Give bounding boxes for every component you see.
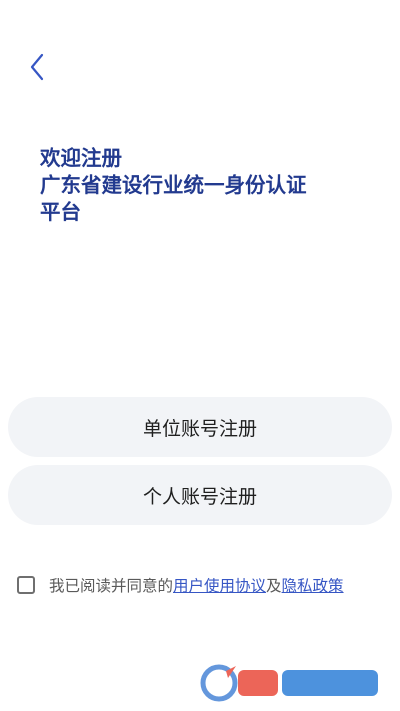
- title-line-platform-name: 广东省建设行业统一身份认证: [40, 173, 307, 197]
- personal-account-register-label: 个人账号注册: [142, 485, 257, 508]
- agreement-and-text: 及: [266, 577, 282, 595]
- chevron-left-icon: [30, 53, 44, 81]
- personal-account-register-button[interactable]: 个人账号注册: [8, 465, 392, 525]
- watermark-logo: [200, 664, 378, 702]
- agreement-checkbox[interactable]: [17, 576, 35, 594]
- unit-account-register-button[interactable]: 单位账号注册: [8, 397, 392, 457]
- unit-account-register-label: 单位账号注册: [142, 417, 257, 440]
- back-button[interactable]: [22, 50, 52, 84]
- agreement-row: 我已阅读并同意的 用户使用协议 及 隐私政策: [17, 573, 344, 597]
- page-title: 欢迎注册 广东省建设行业统一身份认证 平台: [40, 145, 370, 226]
- agreement-prefix-text: 我已阅读并同意的: [49, 577, 174, 595]
- title-line-platform: 平台: [40, 200, 81, 224]
- title-line-welcome: 欢迎注册: [40, 146, 122, 170]
- privacy-policy-link[interactable]: 隐私政策: [282, 574, 344, 596]
- user-agreement-link[interactable]: 用户使用协议: [173, 574, 266, 596]
